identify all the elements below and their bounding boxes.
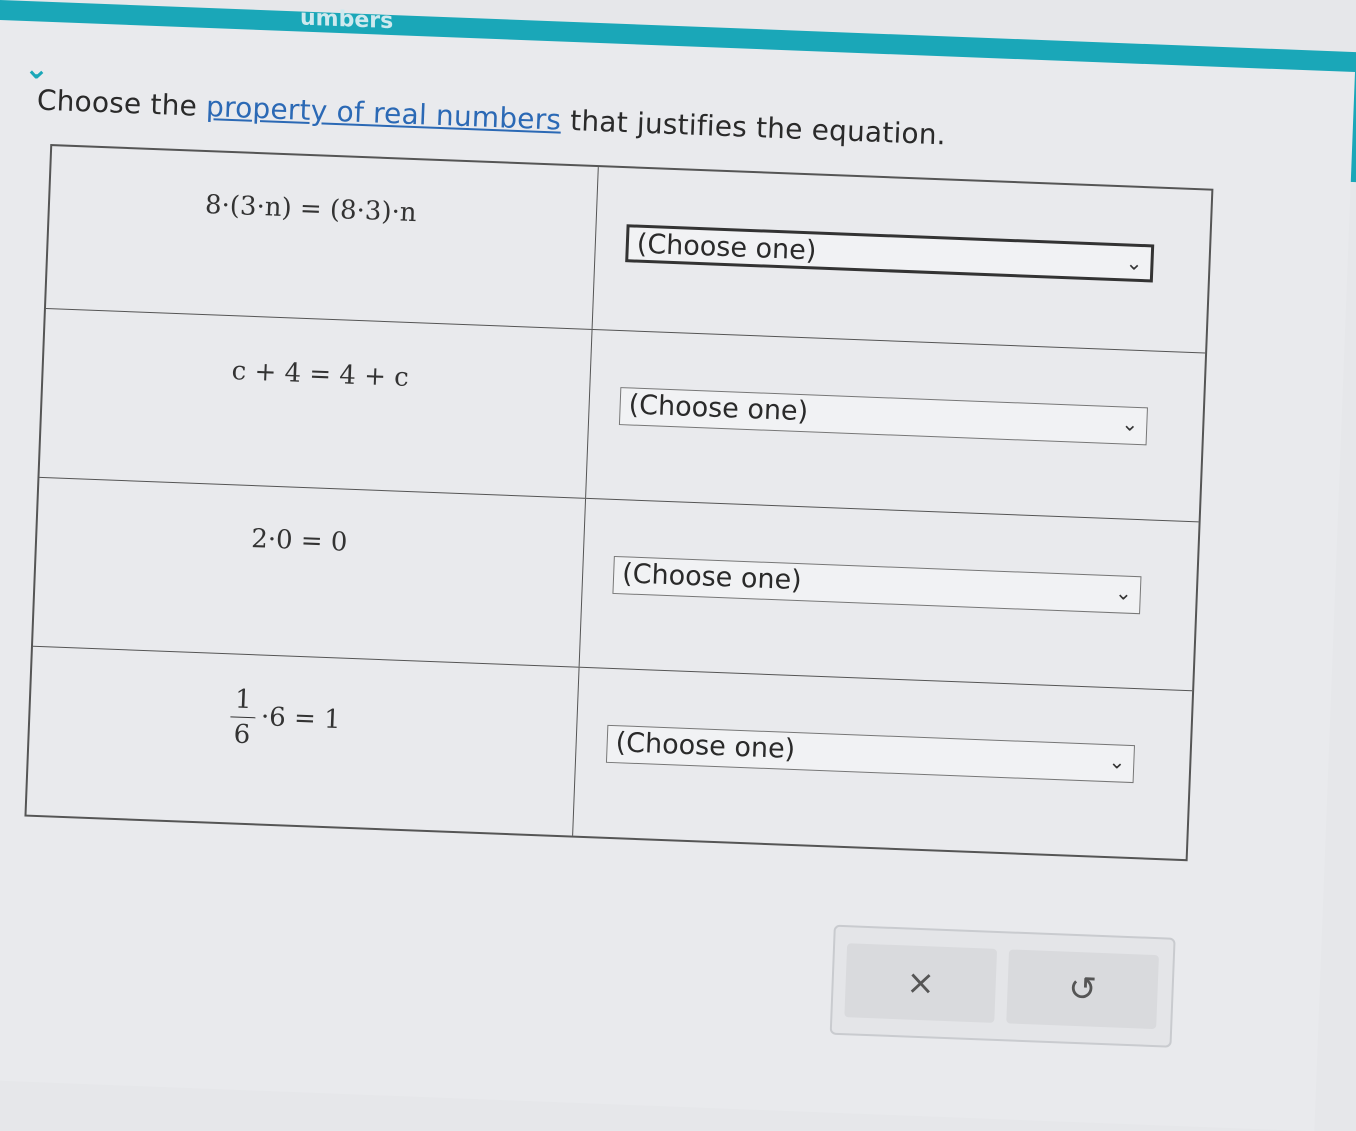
equation: c + 4 = 4 + c	[231, 356, 410, 393]
equation-rest: ·6 = 1	[260, 702, 342, 736]
select-value: (Choose one)	[636, 228, 817, 267]
prompt-prefix: Choose the	[36, 83, 207, 123]
property-select-2[interactable]: (Choose one) ⌄	[618, 387, 1148, 446]
clear-button[interactable]: ×	[844, 943, 998, 1023]
answer-actions: × ↺	[829, 924, 1176, 1048]
question-prompt: Choose the property of real numbers that…	[36, 83, 946, 151]
select-value: (Choose one)	[621, 558, 803, 597]
chevron-down-icon: ⌄	[1108, 749, 1126, 774]
property-link[interactable]: property of real numbers	[206, 90, 562, 137]
fraction-numerator: 1	[230, 684, 257, 719]
answer-cell: (Choose one) ⌄	[593, 167, 1211, 352]
answer-cell: (Choose one) ⌄	[586, 330, 1204, 521]
equation-cell: 1 6 ·6 = 1	[26, 646, 580, 836]
answer-cell: (Choose one) ⌄	[573, 668, 1191, 859]
equation: 8·(3·n) = (8·3)·n	[204, 190, 418, 229]
equation: 2·0 = 0	[250, 524, 348, 558]
equation-cell: 8·(3·n) = (8·3)·n	[45, 146, 599, 329]
chevron-down-icon: ⌄	[1125, 250, 1143, 276]
fraction-denominator: 6	[233, 719, 251, 751]
equation-cell: 2·0 = 0	[33, 477, 587, 667]
prompt-suffix: that justifies the equation.	[560, 103, 947, 152]
select-value: (Choose one)	[628, 389, 809, 428]
chevron-down-icon: ⌄	[1121, 411, 1139, 436]
chevron-down-icon: ⌄	[1114, 580, 1133, 605]
fraction: 1 6	[229, 684, 257, 751]
topic-title: umbers	[300, 5, 394, 35]
answer-cell: (Choose one) ⌄	[580, 499, 1198, 690]
property-select-1[interactable]: (Choose one) ⌄	[625, 224, 1155, 283]
equation-table: 8·(3·n) = (8·3)·n (Choose one) ⌄ c + 4 =…	[24, 144, 1214, 862]
property-select-3[interactable]: (Choose one) ⌄	[612, 555, 1142, 615]
undo-icon: ↺	[1067, 968, 1098, 1010]
undo-button[interactable]: ↺	[1006, 949, 1159, 1030]
property-select-4[interactable]: (Choose one) ⌄	[605, 724, 1136, 784]
equation: 1 6 ·6 = 1	[229, 684, 342, 753]
chevron-down-icon: ⌄	[23, 50, 50, 87]
equation-cell: c + 4 = 4 + c	[39, 308, 593, 498]
close-icon: ×	[905, 962, 936, 1004]
select-value: (Choose one)	[615, 727, 796, 766]
question-panel: ⌄ Choose the property of real numbers th…	[0, 20, 1356, 1131]
